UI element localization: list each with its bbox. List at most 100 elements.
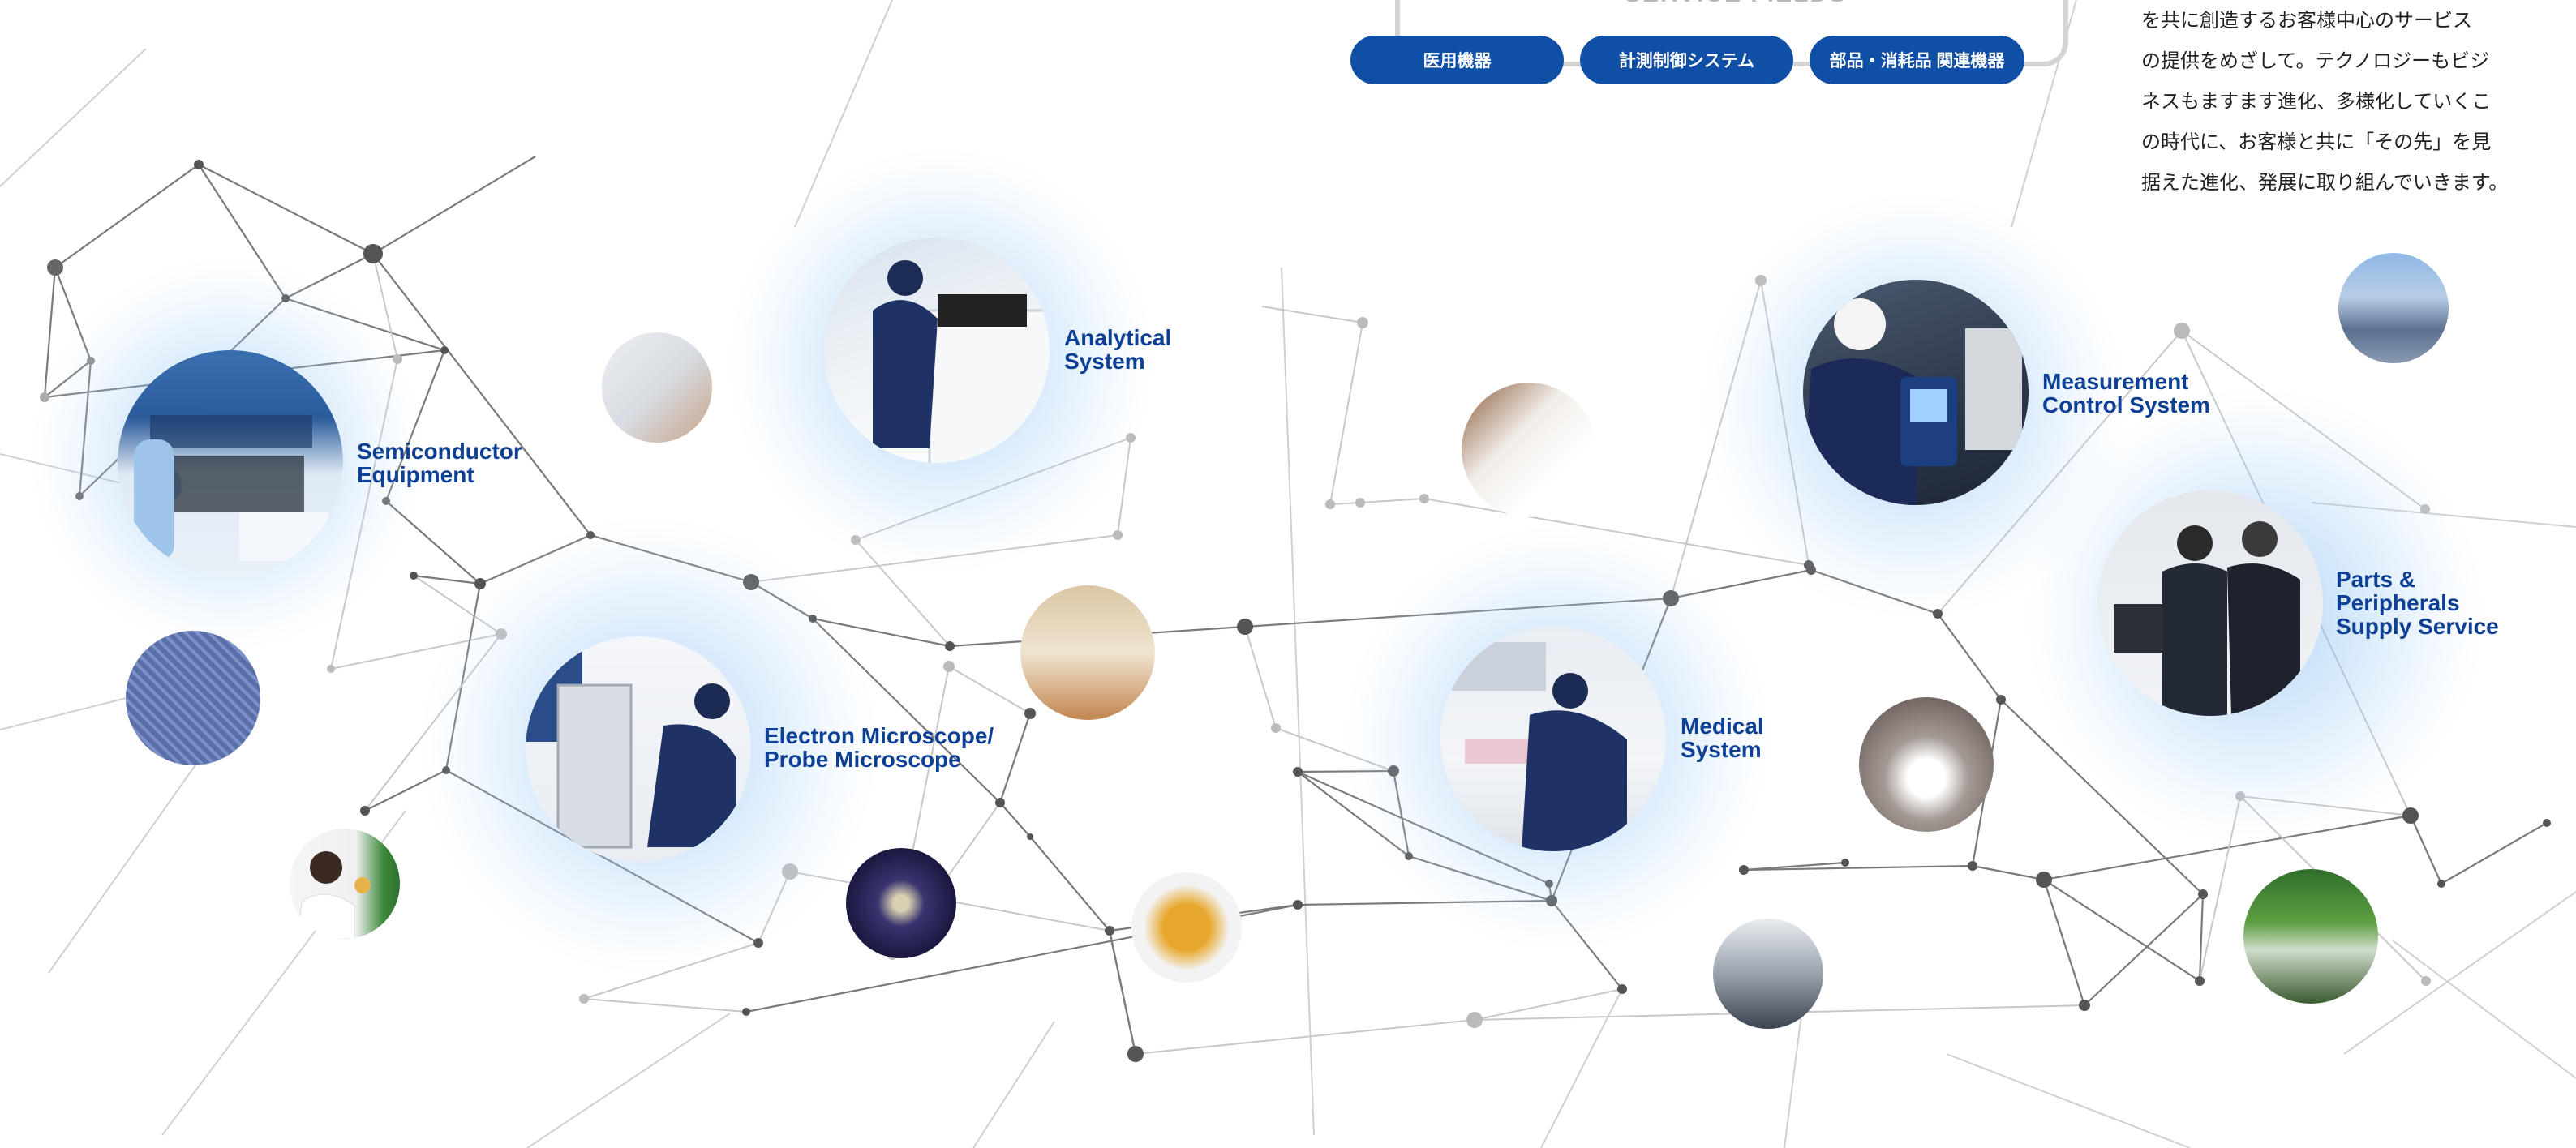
medical-label-line2: System xyxy=(1681,737,1762,762)
network-line xyxy=(479,533,591,585)
network-node xyxy=(1466,1012,1483,1028)
medical-system-photo[interactable] xyxy=(1440,626,1666,851)
network-node xyxy=(1739,865,1749,875)
field-button-measurement[interactable]: 計測制御システム xyxy=(1580,36,1793,84)
network-node xyxy=(1617,984,1627,994)
semiconductor-label-line1: Semiconductor xyxy=(357,439,522,464)
network-node xyxy=(809,615,817,623)
network-line xyxy=(1329,322,1363,505)
network-node xyxy=(474,578,486,589)
network-line xyxy=(54,164,200,268)
field-button-medical[interactable]: 医用機器 xyxy=(1350,36,1564,84)
network-line xyxy=(794,0,893,228)
network-node xyxy=(442,766,450,774)
medical-label-line1: Medical xyxy=(1681,713,1764,739)
network-node xyxy=(2437,880,2445,888)
network-node xyxy=(1237,619,1253,635)
network-node xyxy=(1546,895,1557,906)
analytical-label[interactable]: Analytical System xyxy=(1064,326,1171,373)
network-line xyxy=(364,769,447,812)
network-line xyxy=(2239,795,2411,816)
network-node xyxy=(360,806,370,816)
network-node xyxy=(1126,433,1136,443)
intro-line: ネスもますます進化、多様化していくこ xyxy=(2141,90,2492,113)
medical-label[interactable]: Medical System xyxy=(1681,714,1764,761)
pedestrians-photo xyxy=(1713,919,1823,1029)
network-line xyxy=(198,164,374,255)
measurement-control-photo[interactable] xyxy=(1803,280,2029,505)
network-node xyxy=(1841,859,1849,867)
network-node xyxy=(943,661,955,672)
network-line xyxy=(330,633,502,670)
network-node xyxy=(851,535,861,545)
network-node xyxy=(1968,861,1977,871)
network-node xyxy=(743,574,759,590)
network-node xyxy=(586,531,595,539)
network-node xyxy=(2420,504,2430,514)
measurement-label-line1: Measurement xyxy=(2042,369,2189,394)
network-node xyxy=(2174,323,2190,339)
network-node xyxy=(1419,494,1429,503)
parts-label[interactable]: Parts & Peripherals Supply Service xyxy=(2336,568,2499,638)
network-line xyxy=(1359,498,1425,503)
semiconductor-label[interactable]: Semiconductor Equipment xyxy=(357,439,522,486)
network-node xyxy=(945,641,955,651)
network-node xyxy=(87,357,95,365)
network-line xyxy=(364,633,502,812)
network-node xyxy=(1996,695,2006,705)
network-node xyxy=(440,346,449,354)
family-dinner-photo xyxy=(1020,585,1155,720)
analytical-system-photo[interactable] xyxy=(824,238,1050,463)
network-line xyxy=(1135,1019,1475,1055)
network-node xyxy=(281,294,290,302)
electron-microscope-photo[interactable] xyxy=(526,636,751,862)
semiconductor-label-line2: Equipment xyxy=(357,462,474,487)
network-line xyxy=(1392,770,1410,857)
network-node xyxy=(2543,819,2551,827)
network-line xyxy=(2042,879,2086,1006)
network-line xyxy=(1540,988,1623,1148)
network-line xyxy=(1551,900,1623,990)
parts-peripherals-photo[interactable] xyxy=(2097,490,2323,716)
network-line xyxy=(1117,437,1131,536)
electron-microscope-label[interactable]: Electron Microscope/ Probe Microscope xyxy=(764,724,994,771)
network-node xyxy=(1804,560,1814,570)
network-node xyxy=(2421,976,2431,986)
network-line xyxy=(2311,502,2576,528)
network-node xyxy=(1293,900,1303,910)
semiconductor-equipment-photo[interactable] xyxy=(118,350,343,576)
measurement-label[interactable]: Measurement Control System xyxy=(2042,370,2210,417)
network-node xyxy=(2079,1000,2090,1011)
network-line xyxy=(1275,727,1394,772)
network-line xyxy=(1244,626,1277,729)
network-line xyxy=(1946,1053,2191,1148)
network-line xyxy=(998,713,1032,803)
network-line xyxy=(590,533,752,584)
intro-text: を共に創造するお客様中心のサービス の提供をめざして。テクノロジーもビジ ネスも… xyxy=(2141,0,2563,203)
service-fields-title: SERVICE FIELDS xyxy=(1606,0,1865,8)
network-line xyxy=(1937,613,2002,700)
network-line xyxy=(583,998,747,1013)
network-line xyxy=(2199,795,2241,982)
network-line xyxy=(198,164,286,299)
network-node xyxy=(2036,872,2052,888)
network-line xyxy=(1810,568,1938,615)
network-node xyxy=(382,497,390,505)
field-button-parts[interactable]: 部品・消耗品 関連機器 xyxy=(1810,36,2024,84)
nurse-patient-photo xyxy=(1462,383,1596,517)
network-line xyxy=(2343,891,2576,1055)
analytical-label-line2: System xyxy=(1064,349,1145,374)
network-line xyxy=(1670,280,1762,599)
network-node xyxy=(1127,1046,1144,1062)
network-line xyxy=(812,618,1001,803)
network-node xyxy=(1388,765,1399,777)
electron-label-line1: Electron Microscope/ xyxy=(764,723,994,748)
network-line xyxy=(750,534,1118,583)
network-line xyxy=(583,942,759,1000)
network-line xyxy=(2043,879,2200,982)
network-node xyxy=(327,665,335,673)
network-line xyxy=(2043,814,2411,881)
network-line xyxy=(1474,988,1623,1021)
network-node xyxy=(393,354,402,364)
network-node xyxy=(1933,609,1943,619)
